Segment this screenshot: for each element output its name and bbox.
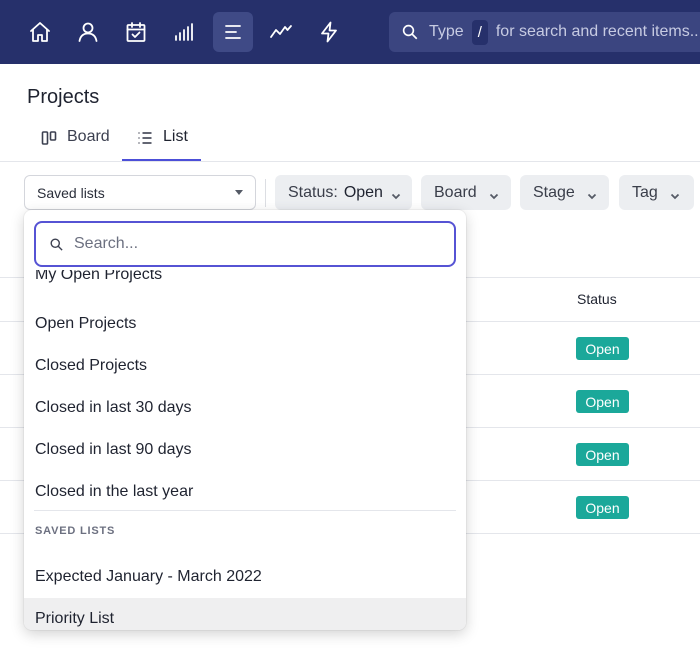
board-columns-icon (41, 131, 57, 145)
search-prefix-text: Type (429, 23, 464, 40)
tab-list[interactable]: List (137, 128, 188, 162)
list-item[interactable]: Closed Projects (24, 345, 466, 387)
chevron-down-icon (391, 188, 401, 199)
tab-board-label: Board (67, 128, 110, 145)
list-item[interactable]: Closed in last 90 days (24, 429, 466, 471)
page-title: Projects (27, 86, 100, 108)
saved-lists-section-title: SAVED LISTS (35, 525, 116, 537)
tabs-divider (0, 161, 700, 162)
tag-filter-button[interactable]: Tag (619, 175, 694, 210)
search-icon (50, 238, 63, 251)
column-header-status[interactable]: Status (577, 291, 617, 307)
signal-bars-icon[interactable] (164, 12, 204, 52)
list-item[interactable]: Closed in the last year (24, 471, 466, 513)
stage-filter-button[interactable]: Stage (520, 175, 609, 210)
stage-filter-label: Stage (533, 183, 575, 201)
chevron-down-icon (587, 188, 597, 199)
chevron-down-icon (489, 188, 499, 199)
saved-lists-dropdown: My Open Projects Open Projects Closed Pr… (24, 210, 466, 630)
dropdown-divider (34, 510, 456, 511)
status-badge: Open (576, 390, 629, 413)
board-filter-label: Board (434, 183, 477, 201)
search-suffix-text: for search and recent items... (495, 23, 700, 40)
activity-icon[interactable] (261, 12, 301, 52)
saved-lists-label: Saved lists (37, 184, 105, 201)
status-badge: Open (576, 337, 629, 360)
chevron-down-icon (670, 188, 680, 199)
status-badge: Open (576, 443, 629, 466)
filter-separator (265, 179, 266, 207)
status-badge: Open (576, 496, 629, 519)
dropdown-search-input[interactable] (74, 235, 434, 253)
list-item[interactable]: Priority List (24, 598, 466, 630)
calendar-check-icon[interactable] (116, 12, 156, 52)
tag-filter-label: Tag (632, 183, 658, 201)
global-search[interactable]: Type / for search and recent items... (389, 12, 700, 52)
home-icon[interactable] (20, 12, 60, 52)
lightning-icon[interactable] (309, 12, 349, 52)
list-item[interactable]: Closed in last 30 days (24, 387, 466, 429)
board-filter-button[interactable]: Board (421, 175, 511, 210)
list-lines-icon[interactable] (213, 12, 253, 52)
person-icon[interactable] (68, 12, 108, 52)
dropdown-options-list: My Open Projects Open Projects Closed Pr… (24, 270, 466, 630)
status-filter-value: Open (343, 183, 383, 201)
saved-lists-select[interactable]: Saved lists (24, 175, 256, 210)
search-shortcut-key: / (471, 19, 488, 45)
tab-list-label: List (163, 128, 188, 145)
tab-board[interactable]: Board (41, 128, 110, 162)
list-icon (138, 132, 152, 144)
status-filter-label: Status: (288, 183, 338, 201)
list-item[interactable]: Expected January - March 2022 (24, 556, 466, 598)
top-navigation-bar: Type / for search and recent items... (0, 0, 700, 64)
dropdown-search-field[interactable] (34, 221, 456, 267)
status-filter-button[interactable]: Status: Open (275, 175, 412, 210)
list-item[interactable]: Open Projects (24, 303, 466, 345)
list-item[interactable]: My Open Projects (24, 270, 466, 296)
caret-down-icon (235, 190, 243, 195)
search-icon (401, 23, 419, 41)
